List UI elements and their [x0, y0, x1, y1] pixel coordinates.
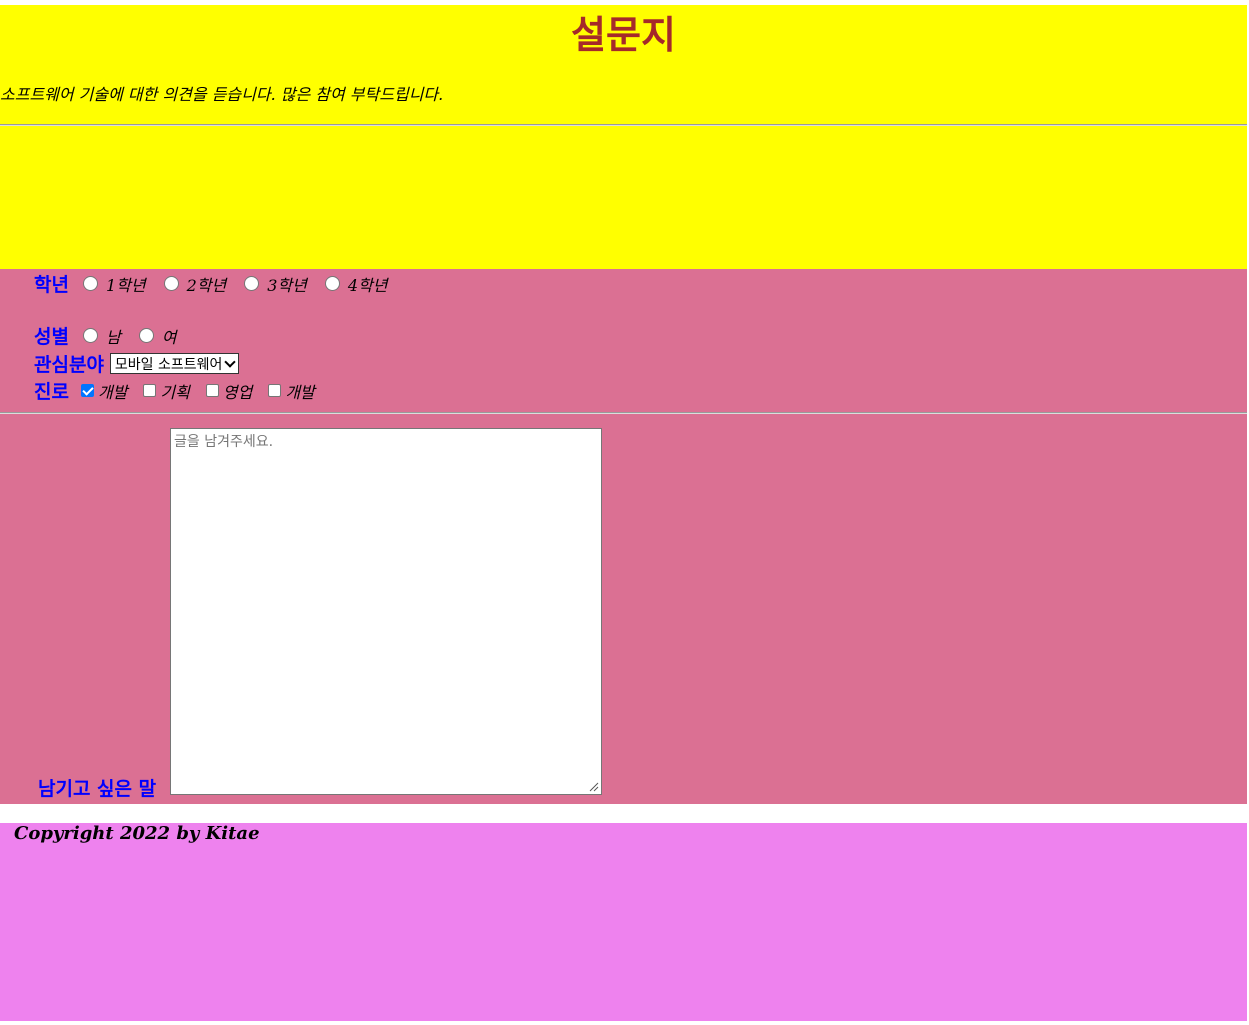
career-checkbox-dev[interactable] [80, 384, 94, 397]
grade-radio-4[interactable] [324, 276, 340, 291]
career-checkbox-dev2[interactable] [268, 384, 282, 397]
career-option-label: 영업 [222, 382, 253, 402]
grade-option-label: 3학년 [267, 275, 307, 295]
grade-radio-1[interactable] [82, 276, 98, 291]
grade-row: 학년 1학년 2학년 3학년 4학년 [34, 270, 391, 297]
interest-label: 관심분야 [34, 354, 104, 376]
footer-section: Copyright 2022 by Kitae [0, 823, 1247, 1021]
grade-radio-3[interactable] [244, 276, 260, 291]
career-row: 진로 개발 기획 영업 개발 [34, 377, 319, 404]
interest-selected-value: 모바일 소프트웨어 [114, 356, 223, 373]
copyright-text: Copyright 2022 by Kitae [14, 823, 260, 844]
gender-label: 성별 [34, 326, 69, 348]
gender-radio-female[interactable] [138, 328, 154, 343]
header-section: 설문지 소프트웨어 기술에 대한 의견을 듣습니다. 많은 참여 부탁드립니다. [0, 5, 1247, 269]
message-placeholder: 글을 남겨주세요. [174, 434, 274, 450]
career-option-label: 개발 [285, 382, 315, 402]
message-label: 남기고 싶은 말 [38, 778, 157, 800]
gender-radio-male[interactable] [82, 328, 98, 343]
grade-option-label: 2학년 [186, 275, 227, 295]
interest-row: 관심분야 모바일 소프트웨어 [34, 350, 240, 377]
gender-option-label: 여 [161, 327, 177, 347]
survey-form: 학년 1학년 2학년 3학년 4학년 성별 남 여 관심분야 모바일 소프트웨어… [0, 269, 1247, 804]
grade-option-label: 4학년 [347, 275, 388, 295]
gender-row: 성별 남 여 [34, 322, 180, 349]
intro-text: 소프트웨어 기술에 대한 의견을 듣습니다. 많은 참여 부탁드립니다. [0, 85, 444, 104]
interest-select[interactable]: 모바일 소프트웨어 [109, 353, 240, 374]
grade-radio-2[interactable] [163, 276, 179, 291]
career-label: 진로 [34, 381, 69, 403]
chevron-down-icon [224, 355, 237, 368]
career-checkbox-plan[interactable] [143, 384, 157, 397]
grade-label: 학년 [34, 274, 69, 296]
grade-option-label: 1학년 [105, 275, 146, 295]
header-divider [0, 124, 1247, 126]
career-option-label: 개발 [97, 382, 128, 402]
career-checkbox-sales[interactable] [205, 384, 219, 397]
form-divider [0, 412, 1247, 414]
page-title: 설문지 [571, 13, 676, 57]
career-option-label: 기획 [160, 382, 190, 402]
resize-grip-icon[interactable] [587, 780, 599, 792]
gender-option-label: 남 [105, 327, 121, 347]
message-textarea[interactable]: 글을 남겨주세요. [170, 428, 602, 795]
